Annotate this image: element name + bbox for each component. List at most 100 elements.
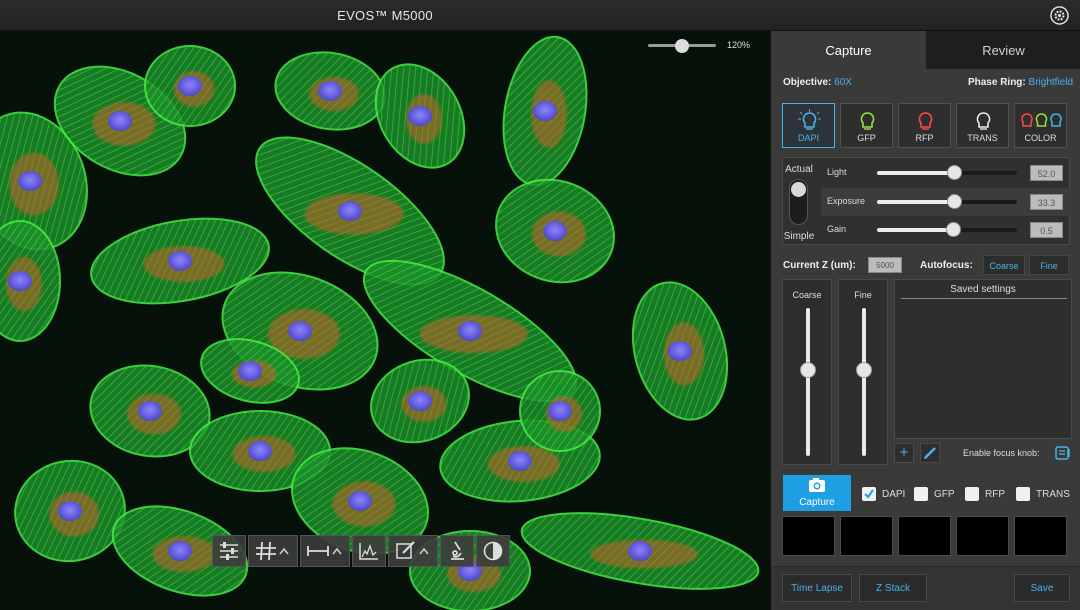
light-slider-thumb[interactable]: [947, 165, 963, 180]
save-button[interactable]: Save: [1014, 574, 1070, 602]
exposure-slider-thumb[interactable]: [947, 194, 963, 209]
cell-nucleus: [108, 111, 132, 131]
exposure-slider-row: Exposure 33.3: [821, 188, 1071, 216]
chevron-up-icon[interactable]: [330, 545, 344, 557]
checkmark-icon: [864, 489, 874, 499]
gear-icon[interactable]: [1050, 6, 1069, 25]
zoom-slider[interactable]: 120%: [648, 39, 753, 53]
checkbox-box[interactable]: [965, 487, 979, 501]
tab-capture[interactable]: Capture: [771, 31, 926, 69]
thumbnail-slot[interactable]: [956, 516, 1009, 556]
bottom-actions: Time Lapse Z Stack Save: [771, 566, 1080, 610]
light-sliders: Light 52.0 Exposure 33.3 Gain 0.5: [821, 158, 1071, 246]
exposure-value[interactable]: 33.3: [1030, 194, 1063, 210]
light-settings: Actual Simple Light 52.0 Exposure 33.3 G…: [782, 157, 1071, 246]
cell-nucleus: [348, 491, 372, 511]
cell-nucleus: [238, 361, 262, 381]
camera-icon: [809, 478, 825, 492]
plus-icon: +: [899, 444, 909, 461]
histogram-button[interactable]: [352, 535, 386, 567]
capture-dapi-checkbox[interactable]: DAPI: [862, 486, 905, 502]
checkbox-label: TRANS: [1036, 488, 1070, 500]
cell-nucleus: [458, 321, 482, 341]
gain-slider-thumb[interactable]: [946, 222, 961, 237]
capture-row: Capture DAPI GFP RFP TRANS: [783, 475, 1073, 511]
tab-review[interactable]: Review: [926, 31, 1080, 69]
channel-label: RFP: [915, 133, 934, 143]
image-viewport[interactable]: 120%: [0, 31, 770, 610]
saved-settings-list[interactable]: Saved settings: [894, 279, 1072, 439]
phase-ring: Phase Ring: Brightfield: [968, 77, 1073, 88]
mode-toggle[interactable]: [789, 179, 808, 225]
control-panel: Capture Review Objective: 60X Phase Ring…: [770, 31, 1080, 610]
panel-tabs: Capture Review: [771, 31, 1080, 69]
annotate-button[interactable]: [388, 535, 438, 567]
cell-nucleus: [628, 541, 652, 561]
cell-nucleus: [138, 401, 162, 421]
light-slider-row: Light 52.0: [821, 159, 1071, 187]
coarse-focus-thumb[interactable]: [800, 362, 816, 378]
autofocus-coarse-button[interactable]: Coarse: [983, 255, 1025, 275]
cell-nucleus: [508, 451, 532, 471]
autofocus-fine-button[interactable]: Fine: [1029, 255, 1069, 275]
thumbnail-slot[interactable]: [898, 516, 951, 556]
thumbnail-slot[interactable]: [1014, 516, 1067, 556]
saved-settings-title: Saved settings: [950, 284, 1016, 295]
capture-trans-checkbox[interactable]: TRANS: [1016, 486, 1070, 502]
channel-trans-button[interactable]: TRANS: [956, 103, 1009, 148]
phase-ring-value[interactable]: Brightfield: [1029, 77, 1073, 88]
grid-button[interactable]: [248, 535, 298, 567]
zoom-thumb[interactable]: [675, 39, 690, 53]
checkbox-box[interactable]: [1016, 487, 1030, 501]
coarse-focus-slider[interactable]: [806, 308, 810, 456]
time-lapse-button[interactable]: Time Lapse: [782, 574, 852, 602]
focus-knob-icon[interactable]: [1055, 445, 1071, 461]
contrast-button[interactable]: [476, 535, 510, 567]
divider: [901, 298, 1067, 299]
histogram-icon: [359, 543, 378, 560]
checkbox-label: DAPI: [882, 488, 906, 500]
mode-actual-label: Actual: [785, 164, 813, 175]
edit-setting-button[interactable]: [920, 443, 940, 463]
cell-nucleus: [168, 541, 192, 561]
microscope-button[interactable]: [440, 535, 474, 567]
light-value[interactable]: 52.0: [1030, 165, 1063, 181]
checkbox-label: RFP: [985, 488, 1005, 500]
multi-bulb-icon: [1021, 113, 1062, 127]
window-title: EVOS™ M5000: [337, 8, 433, 23]
measure-button[interactable]: [300, 535, 350, 567]
toggle-knob[interactable]: [791, 182, 806, 197]
channel-gfp-button[interactable]: GFP: [840, 103, 893, 148]
checkbox-box[interactable]: [914, 487, 928, 501]
capture-thumbnails: [782, 516, 1067, 556]
thumbnail-slot[interactable]: [782, 516, 835, 556]
fine-focus-slider[interactable]: [862, 308, 866, 456]
cell-nucleus: [408, 391, 432, 411]
objective-label: Objective:: [783, 77, 832, 88]
fine-focus-thumb[interactable]: [856, 362, 872, 378]
gain-slider-row: Gain 0.5: [821, 216, 1071, 244]
chevron-up-icon[interactable]: [277, 545, 291, 557]
thumbnail-slot[interactable]: [840, 516, 893, 556]
adjust-button[interactable]: [212, 535, 246, 567]
current-z-value[interactable]: 5000: [868, 257, 902, 273]
gain-value[interactable]: 0.5: [1030, 222, 1063, 238]
chevron-up-icon[interactable]: [417, 545, 431, 557]
capture-gfp-checkbox[interactable]: GFP: [914, 486, 955, 502]
channel-rfp-button[interactable]: RFP: [898, 103, 951, 148]
cell-nucleus: [318, 81, 342, 101]
capture-button[interactable]: Capture: [783, 475, 851, 511]
cell-nucleus: [178, 76, 202, 96]
checkbox-box[interactable]: [862, 487, 876, 501]
objective-value[interactable]: 60X: [834, 77, 852, 88]
z-stack-button[interactable]: Z Stack: [859, 574, 927, 602]
add-setting-button[interactable]: +: [894, 443, 914, 463]
fine-label: Fine: [854, 290, 872, 300]
objective-row: Objective: 60X Phase Ring: Brightfield: [783, 77, 1073, 88]
contrast-icon: [483, 541, 503, 561]
capture-rfp-checkbox[interactable]: RFP: [965, 486, 1005, 502]
channel-color-button[interactable]: COLOR: [1014, 103, 1067, 148]
cell-nucleus: [168, 251, 192, 271]
cell-nucleus: [543, 221, 567, 241]
channel-dapi-button[interactable]: DAPI: [782, 103, 835, 148]
